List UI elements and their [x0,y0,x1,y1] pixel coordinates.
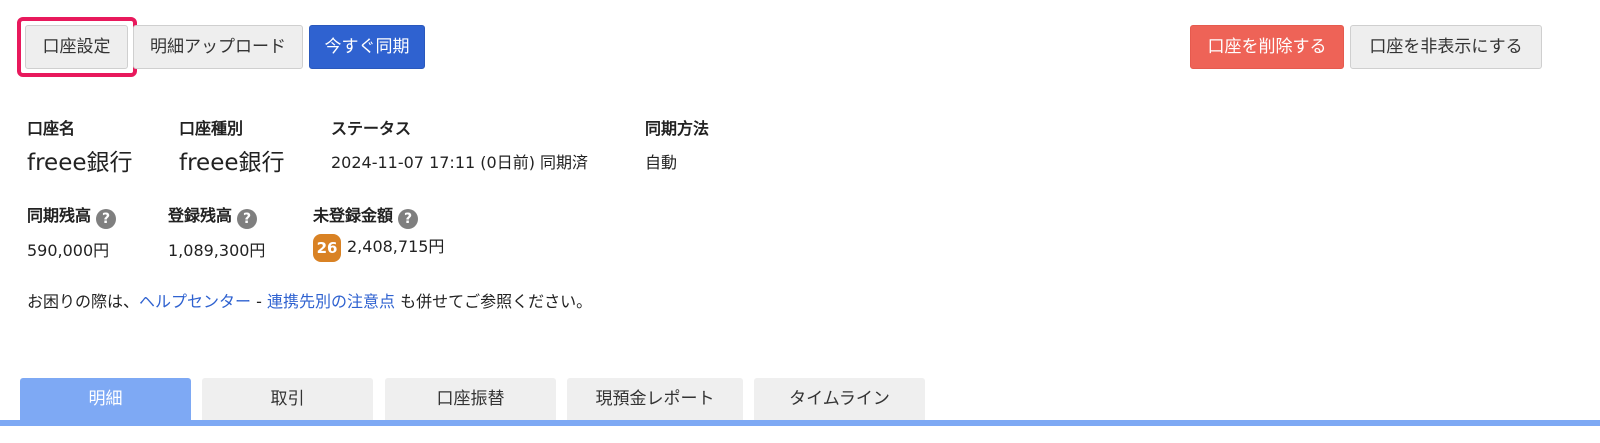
tab-account-transfer[interactable]: 口座振替 [385,378,556,420]
unregistered-amount-value: 2,408,715円 [347,237,445,256]
unregistered-amount-label: 未登録金額? [313,202,419,229]
question-circle-icon[interactable]: ? [398,209,419,229]
question-circle-icon[interactable]: ? [96,209,117,229]
unregistered-amount-row: 26 2,408,715円 [313,233,444,262]
sync-method-value: 自動 [645,153,678,172]
partner-notes-link[interactable]: 連携先別の注意点 [267,292,395,311]
synced-balance-value: 590,000円 [27,241,110,260]
account-name-value: freee銀行 [27,150,133,176]
delete-account-button[interactable]: 口座を削除する [1190,25,1344,69]
question-circle-icon[interactable]: ? [237,209,258,229]
status-value: 2024-11-07 17:11 (0日前) 同期済 [331,153,589,172]
tab-transactions[interactable]: 取引 [202,378,373,420]
statement-upload-button[interactable]: 明細アップロード [133,25,303,69]
account-type-label: 口座種別 [179,119,244,138]
registered-balance-label: 登録残高? [168,202,258,229]
registered-balance-value: 1,089,300円 [168,241,266,260]
registered-balance-label-text: 登録残高 [168,206,233,225]
account-settings-button[interactable]: 口座設定 [25,25,128,69]
unregistered-count-badge[interactable]: 26 [313,233,341,262]
status-label: ステータス [331,119,412,138]
hide-account-button[interactable]: 口座を非表示にする [1350,25,1542,69]
tab-bar-underline [0,420,1600,426]
sync-method-label: 同期方法 [645,119,710,138]
synced-balance-label-text: 同期残高 [27,206,92,225]
sync-now-button[interactable]: 今すぐ同期 [309,25,425,69]
account-type-value: freee銀行 [179,150,285,176]
synced-balance-label: 同期残高? [27,202,117,229]
tab-cash-report[interactable]: 現預金レポート [567,378,743,420]
tab-statements[interactable]: 明細 [20,378,191,420]
help-center-link[interactable]: ヘルプセンター [139,292,251,311]
help-suffix: も併せてご参照ください。 [395,292,593,311]
account-name-label: 口座名 [27,119,76,138]
help-separator: - [251,292,267,311]
unregistered-amount-label-text: 未登録金額 [313,206,394,225]
help-text: お困りの際は、ヘルプセンター - 連携先別の注意点 も併せてご参照ください。 [27,288,592,312]
help-prefix: お困りの際は、 [27,292,140,311]
tab-timeline[interactable]: タイムライン [754,378,925,420]
